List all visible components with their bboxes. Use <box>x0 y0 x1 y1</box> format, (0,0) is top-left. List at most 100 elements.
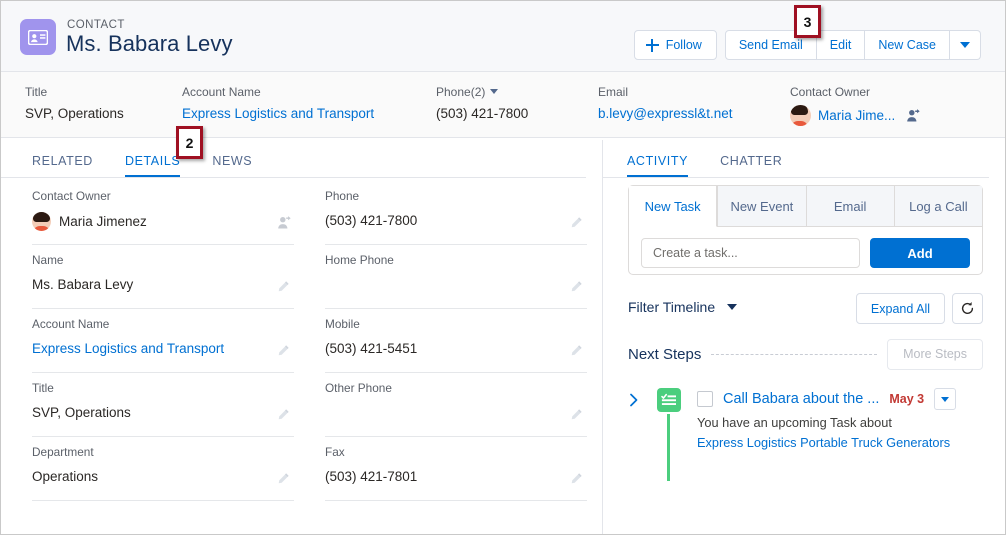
field-value: SVP, Operations <box>32 405 131 420</box>
edit-button[interactable]: Edit <box>817 30 866 60</box>
composer-tab-log-a-call[interactable]: Log a Call <box>894 186 982 227</box>
field-other-phone: Other Phone <box>325 373 587 437</box>
highlight-label: Title <box>25 85 124 99</box>
record-tabset: RELATED DETAILS NEWS <box>1 138 602 178</box>
section-divider <box>711 354 877 355</box>
task-complete-checkbox[interactable] <box>697 391 713 407</box>
field-label: Phone <box>325 189 587 203</box>
field-mobile: Mobile (503) 421-5451 <box>325 309 587 373</box>
field-label: Department <box>32 445 294 459</box>
composer-tab-email[interactable]: Email <box>806 186 894 227</box>
task-related-record-link[interactable]: Express Logistics Portable Truck Generat… <box>697 435 950 450</box>
filter-timeline-dropdown[interactable]: Filter Timeline <box>628 299 737 315</box>
highlight-field-account-name: Account Name Express Logistics and Trans… <box>182 85 374 123</box>
tab-activity[interactable]: ACTIVITY <box>627 154 688 178</box>
field-phone: Phone (503) 421-7800 <box>325 181 587 245</box>
chevron-down-icon <box>941 397 949 402</box>
next-steps-section-header: Next Steps More Steps <box>628 339 983 369</box>
composer-tab-new-task[interactable]: New Task <box>629 186 717 227</box>
field-name: Name Ms. Babara Levy <box>32 245 294 309</box>
composer-body: Add <box>629 227 982 268</box>
object-label: CONTACT <box>67 19 125 31</box>
highlight-label[interactable]: Phone(2) <box>436 85 528 99</box>
composer-tab-list: New Task New Event Email Log a Call <box>629 186 982 227</box>
more-actions-button[interactable] <box>950 30 981 60</box>
filter-timeline-label: Filter Timeline <box>628 299 715 315</box>
highlight-label: Account Name <box>182 85 374 99</box>
pencil-icon[interactable] <box>569 472 583 486</box>
pencil-icon[interactable] <box>569 216 583 230</box>
composer-tab-new-event[interactable]: New Event <box>717 186 805 227</box>
task-subject-link[interactable]: Call Babara about the ... <box>723 391 879 407</box>
new-case-button-label: New Case <box>878 38 936 52</box>
pencil-icon[interactable] <box>569 408 583 422</box>
timeline-toolbar: Filter Timeline Expand All <box>628 293 983 325</box>
create-task-input[interactable] <box>641 238 860 268</box>
tab-related[interactable]: RELATED <box>32 154 93 178</box>
highlight-value-link[interactable]: Maria Jime... <box>818 108 895 123</box>
follow-button[interactable]: Follow <box>634 30 717 60</box>
field-value-link[interactable]: Maria Jimenez <box>59 214 147 229</box>
field-value: Maria Jimenez <box>32 212 294 231</box>
pencil-icon[interactable] <box>569 344 583 358</box>
field-title: Title SVP, Operations <box>32 373 294 437</box>
tab-news[interactable]: NEWS <box>212 154 252 178</box>
change-owner-icon[interactable] <box>906 108 921 123</box>
highlight-field-email: Email b.levy@expressl&t.net <box>598 85 733 123</box>
timeline-item-body: You have an upcoming Task about Express … <box>697 415 950 450</box>
highlights-header: CONTACT Ms. Babara Levy Follow Send Emai… <box>1 1 1005 72</box>
more-steps-button[interactable]: More Steps <box>887 339 983 370</box>
field-label: Title <box>32 381 294 395</box>
tab-list: ACTIVITY CHATTER <box>603 138 1005 178</box>
chevron-down-icon <box>727 304 737 310</box>
user-add-icon[interactable] <box>277 215 292 230</box>
highlight-value: (503) 421-7800 <box>436 106 528 121</box>
field-label: Name <box>32 253 294 267</box>
chevron-down-icon[interactable] <box>490 89 498 94</box>
field-value: Operations <box>32 469 98 484</box>
field-value: (503) 421-5451 <box>325 341 417 356</box>
page-title: Ms. Babara Levy <box>66 31 233 57</box>
highlight-label: Email <box>598 85 733 99</box>
pencil-icon[interactable] <box>569 280 583 294</box>
pencil-icon[interactable] <box>276 408 290 422</box>
next-steps-title: Next Steps <box>628 346 701 363</box>
refresh-icon[interactable] <box>952 293 983 324</box>
highlight-label: Contact Owner <box>790 85 921 99</box>
new-case-button[interactable]: New Case <box>865 30 950 60</box>
pencil-icon[interactable] <box>276 280 290 294</box>
contact-record-page: CONTACT Ms. Babara Levy Follow Send Emai… <box>0 0 1006 535</box>
owner-line: Maria Jime... <box>790 105 921 126</box>
tab-chatter[interactable]: CHATTER <box>720 154 782 178</box>
field-value-link[interactable]: Express Logistics and Transport <box>32 341 224 356</box>
highlight-field-title: Title SVP, Operations <box>25 85 124 123</box>
chevron-down-icon <box>960 42 970 48</box>
highlight-label-text: Phone(2) <box>436 85 485 99</box>
field-label: Other Phone <box>325 381 587 395</box>
field-contact-owner: Contact Owner Maria Jimenez <box>32 181 294 245</box>
highlight-value-link[interactable]: b.levy@expressl&t.net <box>598 106 733 121</box>
timeline-item-header: Call Babara about the ... May 3 <box>697 388 998 410</box>
task-row-menu-button[interactable] <box>934 388 956 410</box>
tab-underline <box>1 177 586 178</box>
send-email-button-label: Send Email <box>739 38 803 52</box>
pencil-icon[interactable] <box>276 344 290 358</box>
field-label: Home Phone <box>325 253 587 267</box>
highlight-field-phone: Phone(2) (503) 421-7800 <box>436 85 528 123</box>
expand-all-button[interactable]: Expand All <box>856 293 945 324</box>
highlight-value: SVP, Operations <box>25 106 124 121</box>
field-value: Ms. Babara Levy <box>32 277 133 292</box>
tab-details[interactable]: DETAILS <box>125 154 180 178</box>
follow-button-label: Follow <box>666 38 702 52</box>
expand-chevron-icon[interactable] <box>628 393 640 405</box>
field-department: Department Operations <box>32 437 294 501</box>
task-checklist-icon <box>657 388 681 412</box>
avatar <box>790 105 811 126</box>
highlight-field-contact-owner: Contact Owner Maria Jime... <box>790 85 921 126</box>
add-task-button[interactable]: Add <box>870 238 970 268</box>
pencil-icon[interactable] <box>276 472 290 486</box>
timeline-rail <box>667 414 670 481</box>
highlight-value-link[interactable]: Express Logistics and Transport <box>182 106 374 121</box>
activity-panel: New Task New Event Email Log a Call Add … <box>603 181 1005 535</box>
field-fax: Fax (503) 421-7801 <box>325 437 587 501</box>
